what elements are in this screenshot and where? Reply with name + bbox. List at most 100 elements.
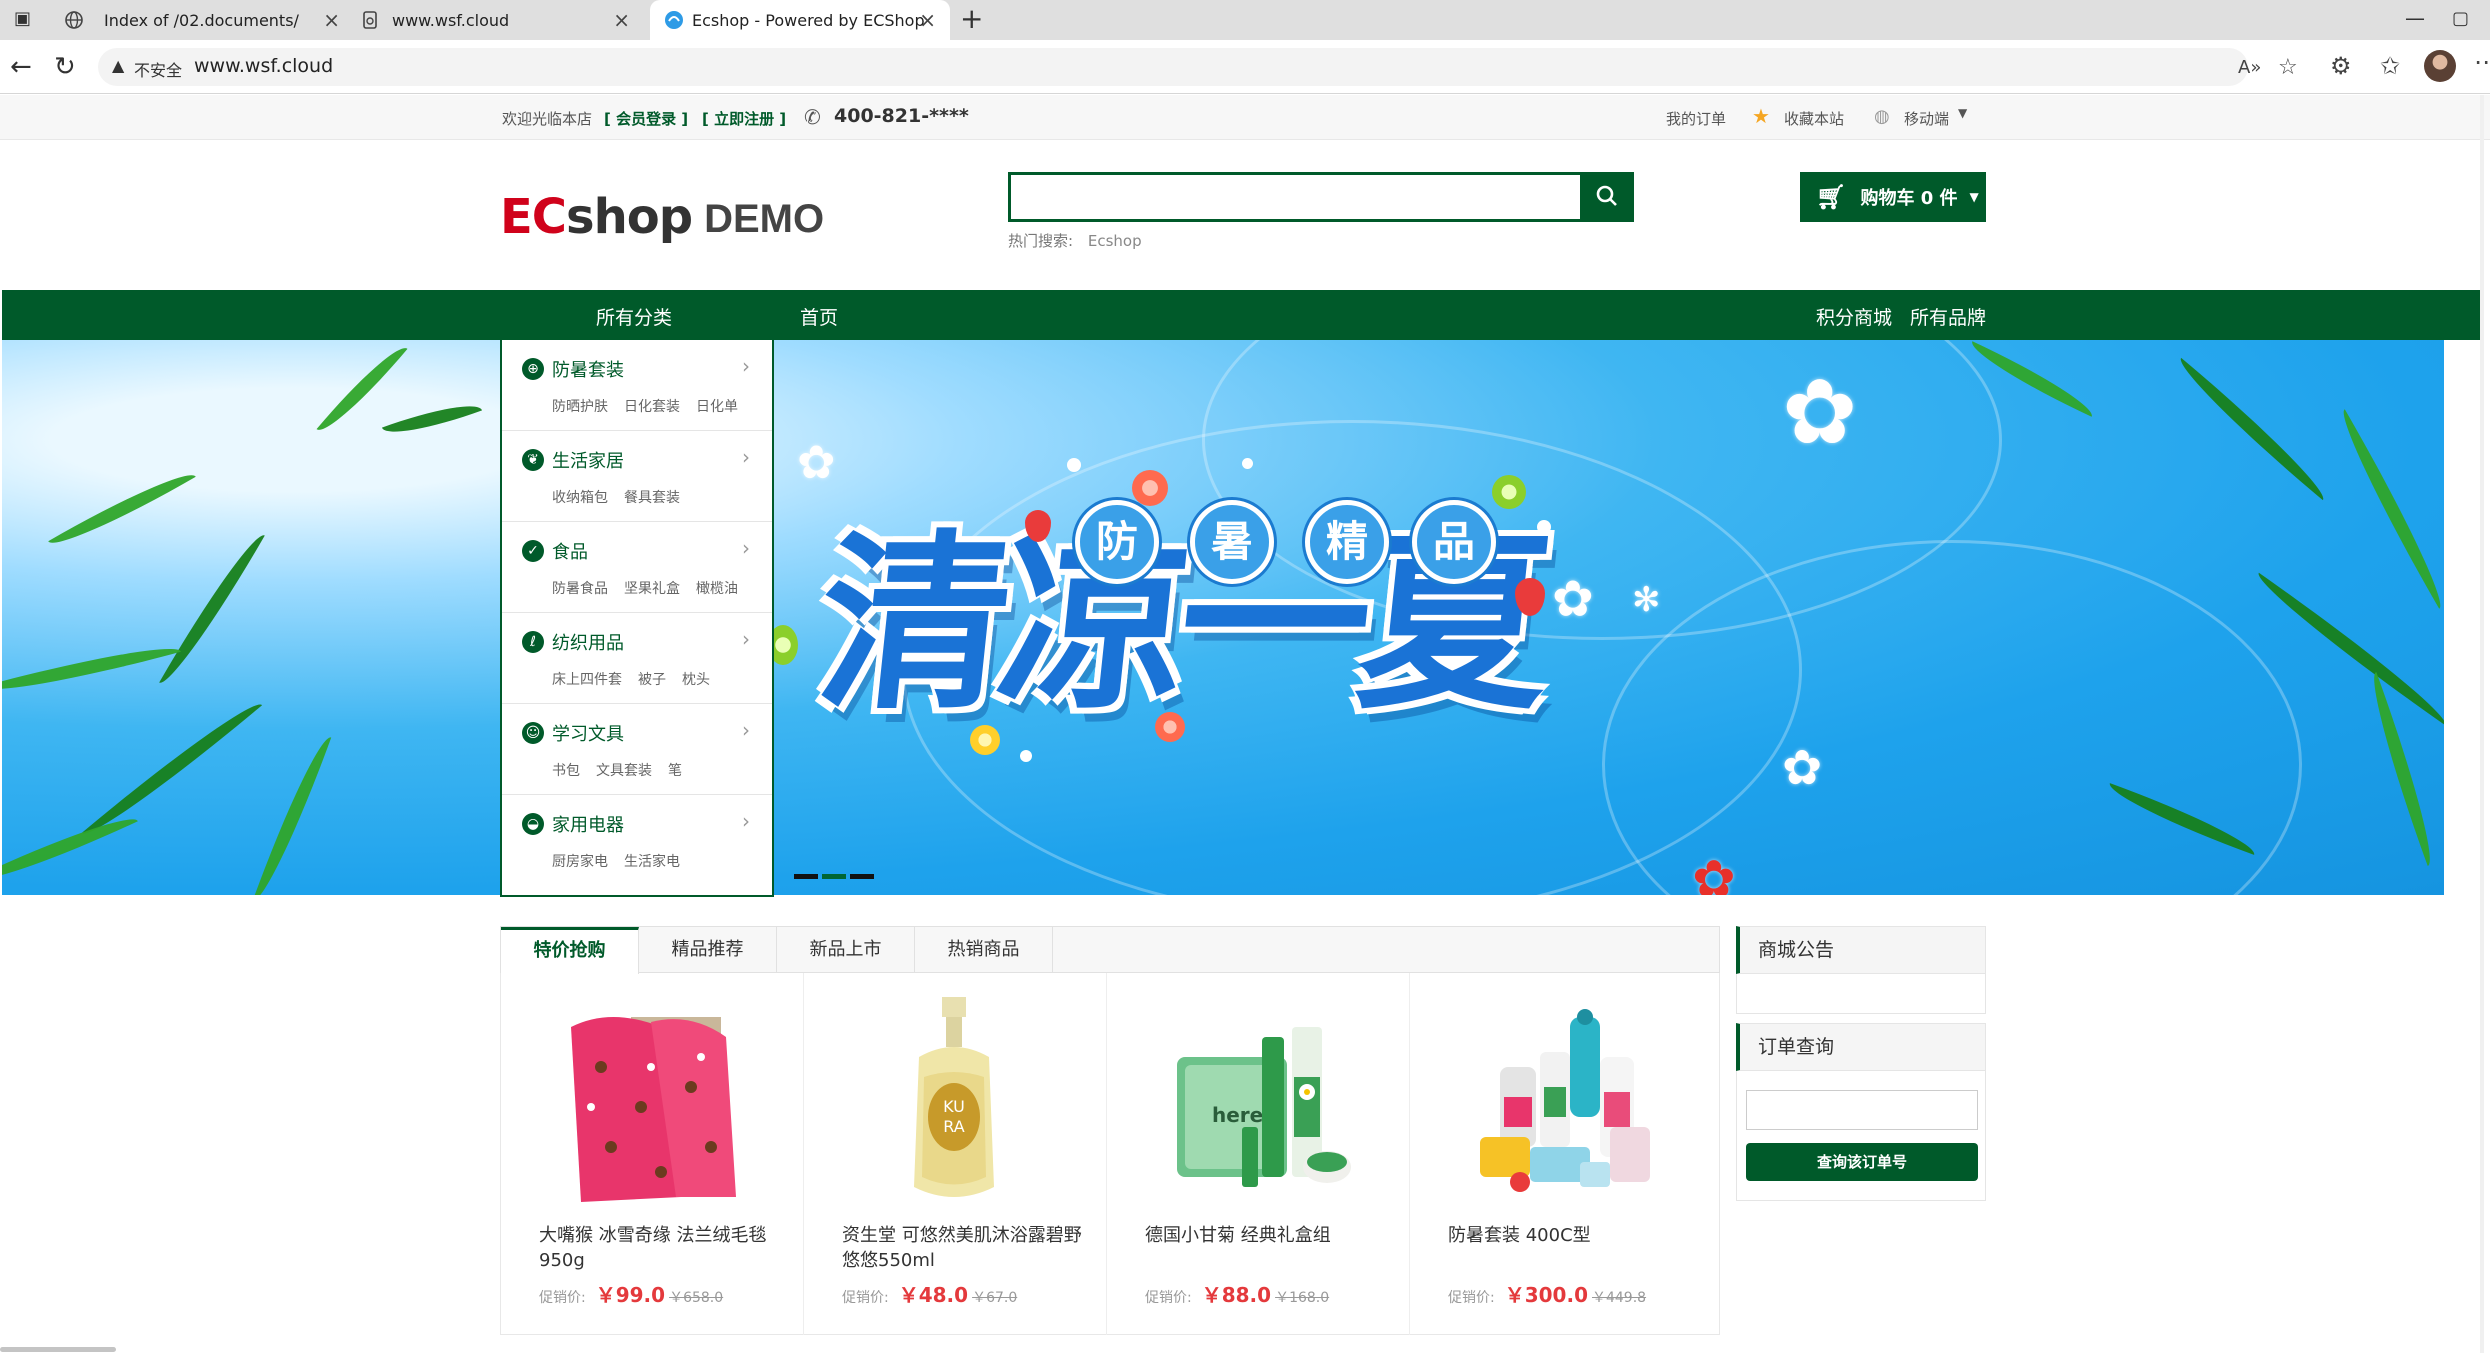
tab-hot-sellers[interactable]: 热销商品 bbox=[915, 927, 1053, 973]
my-orders-link[interactable]: 我的订单 bbox=[1666, 108, 1726, 129]
subcategory-link[interactable]: 橄榄油 bbox=[696, 581, 738, 597]
profile-avatar[interactable] bbox=[2424, 50, 2456, 82]
more-menu-icon[interactable]: ⋯ bbox=[2474, 48, 2490, 76]
hero-banner[interactable]: 清凉一夏 防 暑 精 品 ✿ ✿ ✻ ✿ ✿ ✿ bbox=[2, 340, 2444, 895]
category-item[interactable]: ◒ 家用电器 › 厨房家电 生活家电 bbox=[502, 795, 772, 886]
browser-tab-index[interactable]: Index of /02.documents/ × bbox=[44, 0, 354, 40]
product-image[interactable]: here bbox=[1157, 997, 1357, 1207]
subcategory-link[interactable]: 日化套装 bbox=[624, 399, 680, 415]
category-item[interactable]: ☺ 学习文具 › 书包 文具套装笔 bbox=[502, 704, 772, 795]
chevron-right-icon: › bbox=[742, 445, 750, 469]
close-icon[interactable]: × bbox=[919, 8, 936, 32]
category-name[interactable]: 学习文具 bbox=[552, 720, 624, 746]
subcategory-link[interactable]: 生活家电 bbox=[624, 854, 680, 870]
nav-home[interactable]: 首页 bbox=[800, 303, 838, 330]
close-icon[interactable]: × bbox=[613, 8, 630, 32]
browser-tab-wsf[interactable]: www.wsf.cloud × bbox=[344, 0, 644, 40]
category-item[interactable]: ⊕ 防暑套装 › 防晒护肤 日化套装 日化单 bbox=[502, 340, 772, 431]
order-query-button[interactable]: 查询该订单号 bbox=[1746, 1143, 1978, 1181]
horizontal-scrollbar[interactable] bbox=[0, 1347, 116, 1352]
favorites-icon[interactable]: ✩ bbox=[2380, 52, 2400, 80]
subcategory-link[interactable]: 日化单 bbox=[696, 399, 738, 415]
vertical-scrollbar[interactable] bbox=[2480, 95, 2484, 1353]
product-image[interactable]: KU RA bbox=[854, 997, 1054, 1207]
subcategory-link[interactable]: 防暑食品 bbox=[552, 581, 608, 597]
product-name[interactable]: 大嘴猴 冰雪奇缘 法兰绒毛毯950g bbox=[539, 1223, 779, 1273]
phone-icon: ✆ bbox=[804, 105, 821, 129]
product-image[interactable] bbox=[1460, 997, 1660, 1207]
category-name[interactable]: 纺织用品 bbox=[552, 629, 624, 655]
category-item[interactable]: ❦ 生活家居 › 收纳箱包 餐具套装 bbox=[502, 431, 772, 522]
tab-new-arrivals[interactable]: 新品上市 bbox=[777, 927, 915, 973]
price-label: 促销价: bbox=[1145, 1290, 1192, 1306]
register-link[interactable]: [ 立即注册 ] bbox=[702, 108, 786, 129]
new-tab-button[interactable]: + bbox=[960, 2, 983, 35]
hot-search-keyword[interactable]: Ecshop bbox=[1088, 232, 1142, 250]
subcategory-link[interactable]: 餐具套装 bbox=[624, 490, 680, 506]
product-card[interactable]: 大嘴猴 冰雪奇缘 法兰绒毛毯950g 促销价: ￥99.0 ￥658.0 bbox=[501, 973, 804, 1335]
nav-points-mall[interactable]: 积分商城 bbox=[1816, 303, 1892, 330]
product-card[interactable]: 防暑套装 400C型 促销价: ￥300.0 ￥449.8 bbox=[1410, 973, 1713, 1335]
subcategory-link[interactable]: 文具套装 bbox=[596, 763, 652, 779]
search-input[interactable] bbox=[1008, 172, 1580, 222]
close-icon[interactable]: × bbox=[323, 8, 340, 32]
product-name[interactable]: 德国小甘菊 经典礼盒组 bbox=[1145, 1223, 1385, 1248]
nav-all-categories[interactable]: 所有分类 bbox=[596, 303, 672, 330]
site-logo[interactable]: EC shop DEMO bbox=[500, 185, 824, 245]
product-card[interactable]: here 德国小甘菊 经典礼盒组 促销价: ￥88.0 ￥168.0 bbox=[1107, 973, 1410, 1335]
subcategory-link[interactable]: 床上四件套 bbox=[552, 672, 622, 688]
bamboo-leaf bbox=[2359, 671, 2444, 867]
slide-indicator[interactable] bbox=[850, 874, 874, 879]
read-aloud-icon[interactable]: A» bbox=[2238, 57, 2261, 78]
price-label: 促销价: bbox=[539, 1290, 586, 1306]
category-item[interactable]: ℓ 纺织用品 › 床上四件套 被子 枕头 bbox=[502, 613, 772, 704]
extensions-icon[interactable]: ⚙ bbox=[2330, 52, 2352, 80]
category-item[interactable]: ✓ 食品 › 防暑食品 坚果礼盒 橄榄油 bbox=[502, 522, 772, 613]
security-label: 不安全 bbox=[134, 61, 183, 80]
product-name[interactable]: 资生堂 可悠然美肌沐浴露碧野悠悠550ml bbox=[842, 1223, 1082, 1273]
subcategory-link[interactable]: 书包 bbox=[552, 763, 580, 779]
reload-icon[interactable]: ↻ bbox=[54, 52, 76, 82]
hot-search-label: 热门搜索: bbox=[1008, 232, 1074, 250]
maximize-button[interactable]: ▢ bbox=[2452, 8, 2469, 29]
slide-indicator[interactable] bbox=[794, 874, 818, 879]
favorite-link[interactable]: 收藏本站 bbox=[1784, 108, 1844, 129]
cart-button[interactable]: 🛒︎ 购物车 0 件 ▼ bbox=[1800, 172, 1986, 222]
fruit-decoration bbox=[970, 725, 1000, 755]
order-number-input[interactable] bbox=[1746, 1090, 1978, 1130]
subcategory-link[interactable]: 被子 bbox=[638, 672, 666, 688]
category-name[interactable]: 防暑套装 bbox=[552, 356, 624, 382]
category-name[interactable]: 家用电器 bbox=[552, 811, 624, 837]
search-button[interactable] bbox=[1580, 172, 1634, 222]
subcategory-link[interactable]: 厨房家电 bbox=[552, 854, 608, 870]
nav-all-brands[interactable]: 所有品牌 bbox=[1910, 303, 1986, 330]
subcategory-link[interactable]: 防晒护肤 bbox=[552, 399, 608, 415]
logo-text-ec: EC bbox=[500, 189, 567, 245]
logo-text-demo: DEMO bbox=[704, 197, 825, 241]
bamboo-leaf bbox=[381, 393, 483, 445]
subcategory-link[interactable]: 枕头 bbox=[682, 672, 710, 688]
bamboo-leaf bbox=[48, 461, 196, 557]
browser-tab-ecshop[interactable]: Ecshop - Powered by ECShop × bbox=[650, 0, 950, 40]
product-image[interactable] bbox=[551, 997, 751, 1207]
subcategory-link[interactable]: 收纳箱包 bbox=[552, 490, 608, 506]
bubble-dot bbox=[1020, 750, 1032, 762]
product-card[interactable]: KU RA 资生堂 可悠然美肌沐浴露碧野悠悠550ml 促销价: ￥48.0 ￥67… bbox=[804, 973, 1107, 1335]
back-arrow-icon[interactable]: ← bbox=[10, 52, 32, 82]
tab-actions-icon[interactable]: ▣ bbox=[14, 8, 31, 29]
url-field[interactable]: ▲ 不安全 www.wsf.cloud A» ☆ bbox=[98, 48, 2298, 86]
flower-decoration: ✿ bbox=[1782, 740, 1823, 796]
tab-special-offer[interactable]: 特价抢购 bbox=[501, 927, 639, 974]
order-query-heading: 订单查询 bbox=[1736, 1023, 1986, 1071]
star-icon[interactable]: ☆ bbox=[2278, 55, 2298, 80]
subcategory-link[interactable]: 笔 bbox=[668, 763, 682, 779]
slide-indicator[interactable] bbox=[822, 874, 846, 879]
subcategory-link[interactable]: 坚果礼盒 bbox=[624, 581, 680, 597]
login-link[interactable]: [ 会员登录 ] bbox=[604, 108, 688, 129]
mobile-link[interactable]: 移动端 bbox=[1904, 108, 1949, 129]
category-name[interactable]: 生活家居 bbox=[552, 447, 624, 473]
tab-featured[interactable]: 精品推荐 bbox=[639, 927, 777, 973]
minimize-button[interactable]: — bbox=[2405, 6, 2425, 30]
category-name[interactable]: 食品 bbox=[552, 538, 588, 564]
product-name[interactable]: 防暑套装 400C型 bbox=[1448, 1223, 1688, 1248]
